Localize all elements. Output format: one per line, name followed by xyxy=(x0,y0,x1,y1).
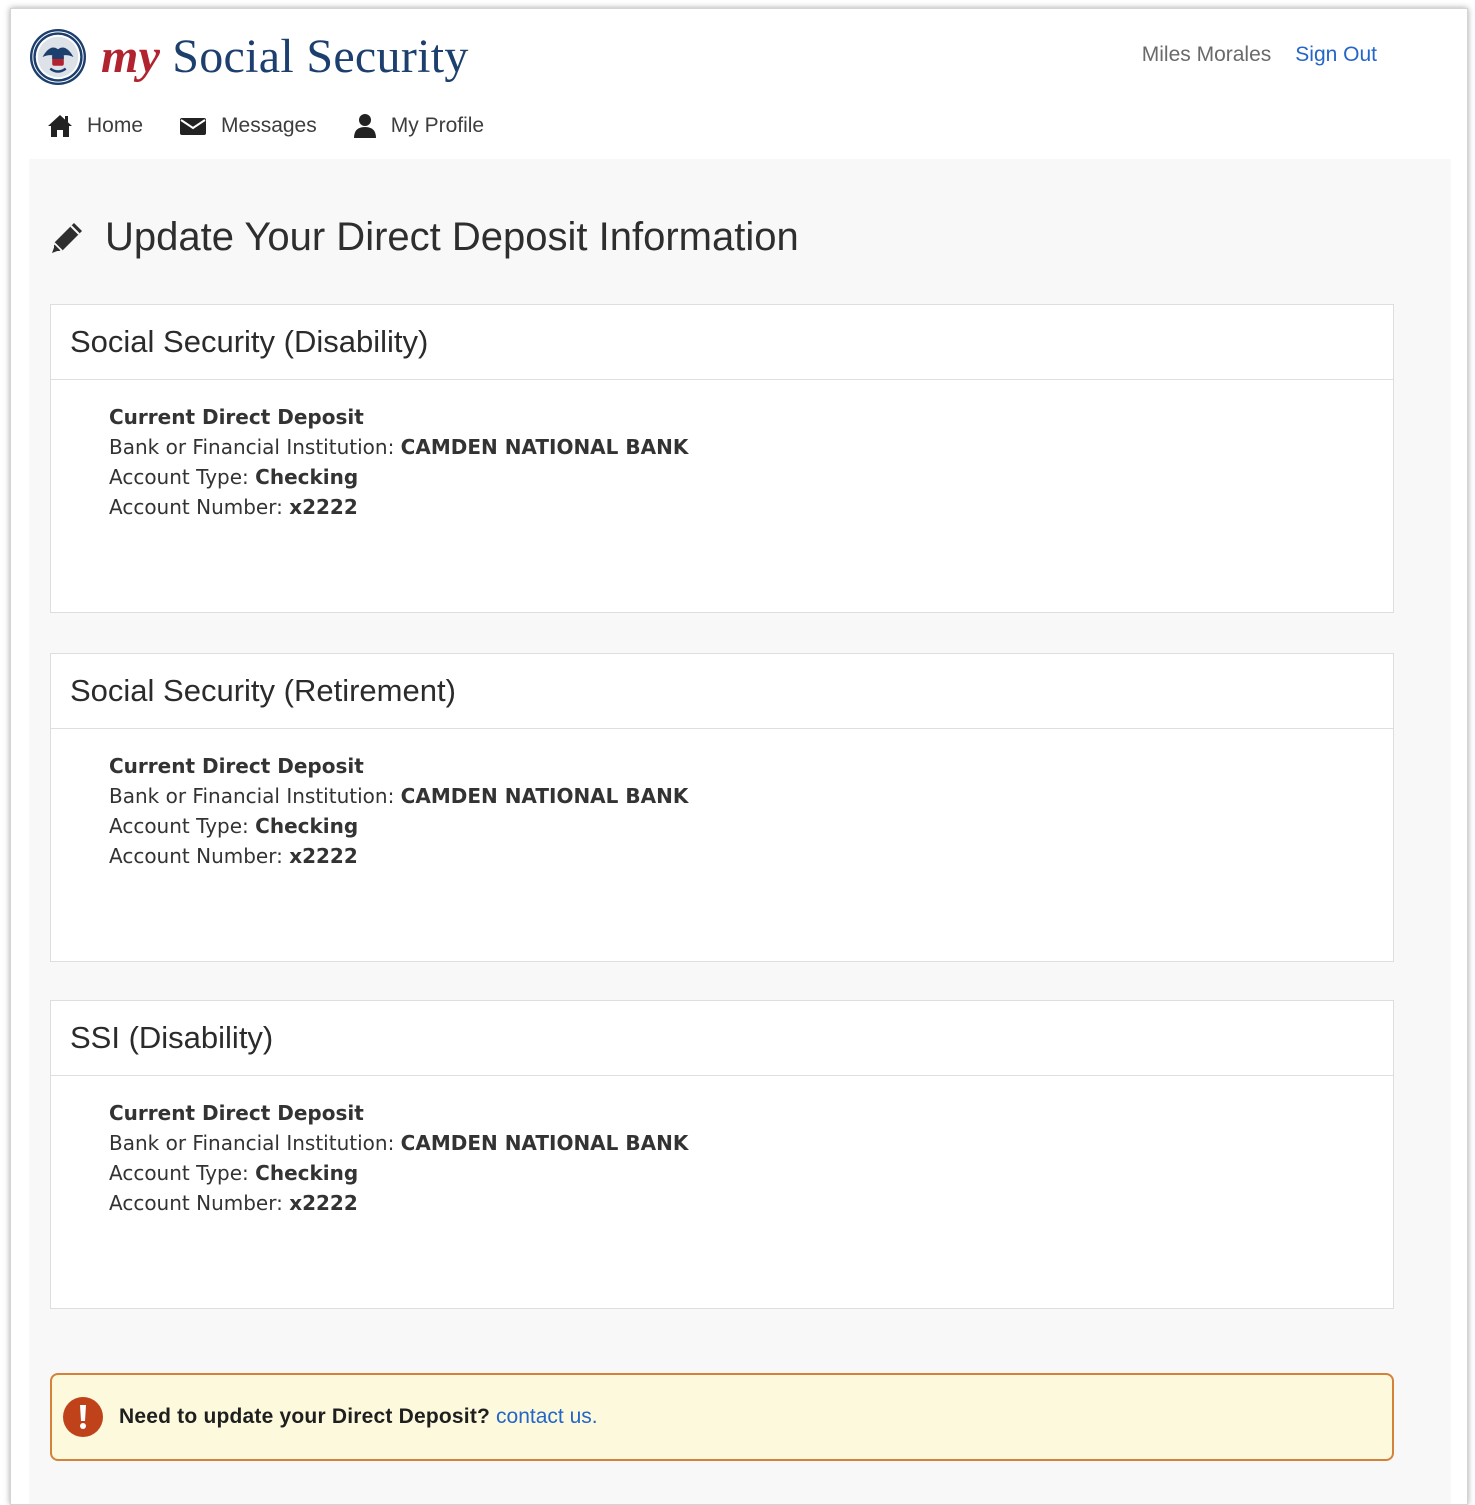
bank-value: CAMDEN NATIONAL BANK xyxy=(400,435,689,459)
brand-my: my xyxy=(101,30,161,83)
account-type-value: Checking xyxy=(255,465,359,489)
current-deposit-heading: Current Direct Deposit xyxy=(109,405,364,429)
exclamation-glyph xyxy=(80,1405,86,1429)
brand-wordmark: my Social Security xyxy=(101,33,469,81)
account-number-row: Account Number: x2222 xyxy=(109,1188,1393,1218)
alert-text: Need to update your Direct Deposit? xyxy=(119,1405,491,1428)
account-type-label: Account Type: xyxy=(109,1161,249,1185)
pencil-icon xyxy=(52,222,82,253)
account-type-row: Account Type: Checking xyxy=(109,462,1393,492)
account-number-label: Account Number: xyxy=(109,844,283,868)
panel-ss-retirement: Social Security (Retirement) Current Dir… xyxy=(50,653,1394,962)
bank-label: Bank or Financial Institution: xyxy=(109,784,395,808)
account-type-row: Account Type: Checking xyxy=(109,1158,1393,1188)
nav-my-profile-label: My Profile xyxy=(390,114,485,137)
main-nav: Home Messages My Profile xyxy=(47,113,520,139)
panel-body: Current Direct Deposit Bank or Financial… xyxy=(51,380,1393,522)
current-deposit-heading: Current Direct Deposit xyxy=(109,1101,364,1125)
account-type-label: Account Type: xyxy=(109,465,249,489)
account-number-row: Account Number: x2222 xyxy=(109,841,1393,871)
ssa-seal-icon xyxy=(29,28,87,86)
bank-value: CAMDEN NATIONAL BANK xyxy=(400,784,689,808)
nav-messages-label: Messages xyxy=(221,114,317,137)
panel-ss-disability: Social Security (Disability) Current Dir… xyxy=(50,304,1394,613)
current-deposit-heading: Current Direct Deposit xyxy=(109,754,364,778)
browser-frame: my Social Security Miles Morales Sign Out… xyxy=(10,8,1468,1505)
account-number-value: x2222 xyxy=(289,495,358,519)
account-number-label: Account Number: xyxy=(109,495,283,519)
sign-out-link[interactable]: Sign Out xyxy=(1295,43,1377,67)
envelope-icon xyxy=(180,118,207,135)
account-number-label: Account Number: xyxy=(109,1191,283,1215)
account-type-value: Checking xyxy=(255,814,359,838)
exclamation-icon xyxy=(63,1397,103,1437)
site-logo[interactable]: my Social Security xyxy=(29,27,469,87)
nav-my-profile[interactable]: My Profile xyxy=(353,113,484,139)
user-icon xyxy=(353,114,376,138)
panel-title: Social Security (Retirement) xyxy=(51,654,1393,729)
account-number-value: x2222 xyxy=(289,1191,358,1215)
bank-row: Bank or Financial Institution: CAMDEN NA… xyxy=(109,1128,1393,1158)
panel-body: Current Direct Deposit Bank or Financial… xyxy=(51,1076,1393,1218)
nav-home-label: Home xyxy=(87,114,144,137)
bank-label: Bank or Financial Institution: xyxy=(109,1131,395,1155)
account-type-value: Checking xyxy=(255,1161,359,1185)
update-deposit-alert: Need to update your Direct Deposit? cont… xyxy=(50,1373,1394,1461)
account-number-row: Account Number: x2222 xyxy=(109,492,1393,522)
bank-row: Bank or Financial Institution: CAMDEN NA… xyxy=(109,432,1393,462)
main-content: Update Your Direct Deposit Information S… xyxy=(29,159,1451,1504)
panel-title: SSI (Disability) xyxy=(51,1001,1393,1076)
user-area: Miles Morales Sign Out xyxy=(1142,43,1377,67)
account-type-label: Account Type: xyxy=(109,814,249,838)
home-icon xyxy=(48,115,72,137)
bank-row: Bank or Financial Institution: CAMDEN NA… xyxy=(109,781,1393,811)
brand-social-security: Social Security xyxy=(172,30,469,83)
page-title: Update Your Direct Deposit Information xyxy=(105,215,799,259)
account-number-value: x2222 xyxy=(289,844,358,868)
panel-body: Current Direct Deposit Bank or Financial… xyxy=(51,729,1393,871)
account-type-row: Account Type: Checking xyxy=(109,811,1393,841)
bank-label: Bank or Financial Institution: xyxy=(109,435,395,459)
nav-home[interactable]: Home xyxy=(47,114,143,138)
panel-ssi-disability: SSI (Disability) Current Direct Deposit … xyxy=(50,1000,1394,1309)
nav-messages[interactable]: Messages xyxy=(179,114,317,138)
panel-title: Social Security (Disability) xyxy=(51,305,1393,380)
contact-us-link[interactable]: contact us. xyxy=(496,1405,598,1429)
page-heading: Update Your Direct Deposit Information xyxy=(49,215,799,260)
bank-value: CAMDEN NATIONAL BANK xyxy=(400,1131,689,1155)
user-name: Miles Morales xyxy=(1141,43,1272,66)
